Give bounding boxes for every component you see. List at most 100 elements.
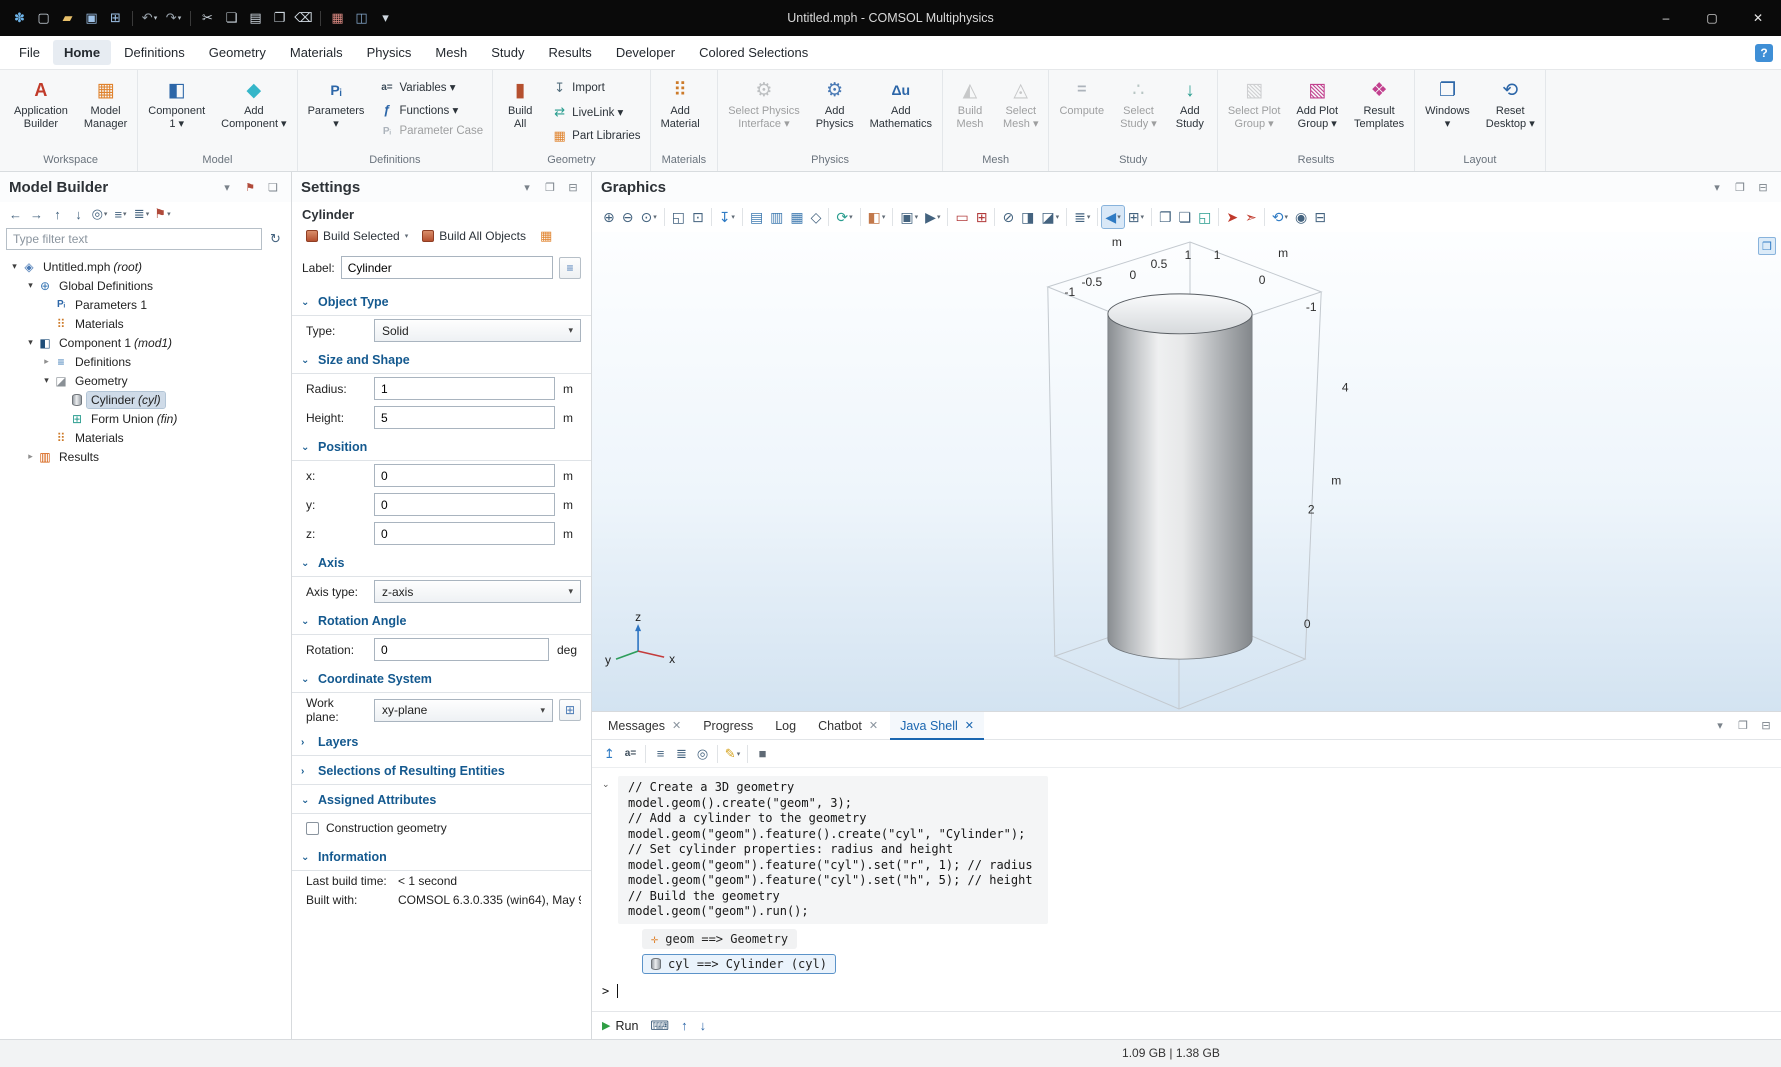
variables-icon[interactable]: a= [621, 744, 640, 764]
tree-node-global-definitions[interactable]: ▾⊕Global Definitions [0, 276, 291, 295]
panel-menu-icon[interactable]: ▾ [1711, 717, 1729, 735]
add-material-button[interactable]: ⠿AddMaterial [654, 74, 707, 133]
tab-log[interactable]: Log [765, 712, 806, 740]
tab-chatbot[interactable]: Chatbot✕ [808, 712, 888, 740]
add-mathematics-button[interactable]: ΔuAddMathematics [863, 74, 939, 133]
part-libraries-button[interactable]: ▦Part Libraries [546, 126, 646, 146]
tile-windows-icon[interactable]: ❏ [1176, 206, 1195, 228]
reset-desktop-button[interactable]: ⟲ResetDesktop ▾ [1479, 74, 1542, 133]
x-input[interactable] [374, 464, 555, 487]
java-shell-body[interactable]: ⌄ // Create a 3D geometrymodel.geom().cr… [592, 768, 1781, 1011]
menu-tab-definitions[interactable]: Definitions [113, 40, 196, 65]
model-manager-button[interactable]: ▦ModelManager [77, 74, 134, 133]
refresh-icon[interactable]: ↻ [266, 229, 285, 249]
tree-node-parameters-1[interactable]: PᵢParameters 1 [0, 295, 291, 314]
zoom-mode-icon[interactable]: ⊙▾ [637, 206, 659, 228]
move-up-icon[interactable]: ↑ [48, 204, 67, 224]
section-assigned-attributes[interactable]: ⌄ Assigned Attributes [292, 787, 591, 814]
float-panel-icon[interactable]: ❐ [1731, 178, 1749, 196]
shell-output-badge[interactable]: cyl ==> Cylinder (cyl) [642, 954, 836, 974]
plot-tools-icon[interactable]: ❒ [1758, 237, 1776, 255]
collapse-panel-icon[interactable]: ⊟ [564, 178, 582, 196]
work-plane-select[interactable]: xy-plane ▾ [374, 699, 553, 722]
go-to-default-view-icon[interactable]: ↧▾ [716, 206, 738, 228]
auto-scroll-icon[interactable]: ◎ [693, 744, 712, 764]
rename-icon[interactable]: ≡ [559, 257, 581, 279]
tree-collapsed-arrow-icon[interactable]: ▸ [24, 451, 37, 462]
tree-node-form-union[interactable]: ⊞Form Union(fin) [0, 409, 291, 428]
syntax-highlight-icon[interactable]: ✎▾ [723, 744, 742, 764]
move-down-icon[interactable]: ↓ [69, 204, 88, 224]
evaluate-table-icon[interactable]: ⊞▾ [1125, 206, 1147, 228]
tree-node-component-1[interactable]: ▾◧Component 1(mod1) [0, 333, 291, 352]
application-builder-button[interactable]: AApplicationBuilder [7, 74, 75, 133]
windows-button[interactable]: ❐Windows▾ [1418, 74, 1477, 133]
snapshot-icon[interactable]: ◉ [1292, 206, 1310, 228]
section-layers[interactable]: › Layers [292, 729, 591, 756]
tree-node-geometry[interactable]: ▾◪Geometry [0, 371, 291, 390]
import-button[interactable]: ↧Import [546, 78, 646, 98]
section-information[interactable]: ⌄ Information [292, 844, 591, 871]
label-input[interactable] [341, 256, 553, 279]
tree-node-materials[interactable]: ⠿Materials [0, 314, 291, 333]
add-component-button[interactable]: ◆AddComponent ▾ [214, 74, 293, 133]
delete-icon[interactable]: ⌫ [292, 5, 315, 31]
view-options-icon[interactable]: ≣▾ [1071, 206, 1093, 228]
model-node-icon[interactable]: ▦ [326, 5, 349, 31]
undo-icon[interactable]: ↶▾ [138, 5, 161, 31]
zoom-out-icon[interactable]: ⊖ [619, 206, 637, 228]
adjacent-selection-icon[interactable]: ➣ [1242, 206, 1260, 228]
forward-icon[interactable]: → [27, 204, 46, 224]
panel-menu-icon[interactable]: ▾ [518, 178, 536, 196]
radius-input[interactable] [374, 377, 555, 400]
show-options-icon[interactable]: ◎▾ [90, 204, 109, 224]
menu-tab-mesh[interactable]: Mesh [424, 40, 478, 65]
open-file-icon[interactable]: ▰ [56, 5, 79, 31]
tab-java-shell[interactable]: Java Shell✕ [890, 712, 984, 740]
menu-tab-colored-selections[interactable]: Colored Selections [688, 40, 819, 65]
variables-button[interactable]: a=Variables ▾ [373, 78, 489, 96]
panel-menu-icon[interactable]: ▾ [1708, 178, 1726, 196]
section-axis[interactable]: ⌄ Axis [292, 550, 591, 577]
build-all-objects-button[interactable]: Build All Objects [416, 226, 532, 246]
parameters-button[interactable]: PᵢParameters▾ [301, 74, 372, 133]
load-file-icon[interactable]: ↥ [600, 744, 619, 764]
z-input[interactable] [374, 522, 555, 545]
tree-node-materials[interactable]: ⠿Materials [0, 428, 291, 447]
filter-input[interactable] [6, 228, 262, 250]
maximize-button[interactable]: ▢ [1689, 0, 1735, 36]
menu-tab-study[interactable]: Study [480, 40, 535, 65]
select-box-icon[interactable]: ▭ [952, 206, 971, 228]
add-window-icon[interactable]: ❐ [1156, 206, 1175, 228]
y-input[interactable] [374, 493, 555, 516]
select-entities-icon[interactable]: ➤ [1223, 206, 1241, 228]
section-object-type[interactable]: ⌄ Object Type [292, 289, 591, 316]
rotation-input[interactable] [374, 638, 549, 661]
section-position[interactable]: ⌄ Position [292, 434, 591, 461]
zoom-selected-icon[interactable]: ⊡ [689, 206, 707, 228]
menu-tab-materials[interactable]: Materials [279, 40, 354, 65]
next-command-icon[interactable]: ↓ [700, 1018, 707, 1033]
tree-node-definitions[interactable]: ▸≡Definitions [0, 352, 291, 371]
object-type-select[interactable]: Solid ▾ [374, 319, 581, 342]
tree-expanded-arrow-icon[interactable]: ▾ [24, 337, 37, 348]
view-yz-icon[interactable]: ▥ [767, 206, 786, 228]
new-file-icon[interactable]: ▢ [32, 5, 55, 31]
close-button[interactable]: ✕ [1735, 0, 1781, 36]
float-panel-icon[interactable]: ❐ [1734, 717, 1752, 735]
build-all-button[interactable]: ▮BuildAll [496, 74, 544, 133]
save-as-icon[interactable]: ⊞ [104, 5, 127, 31]
hide-objects-icon[interactable]: ⊘ [999, 206, 1017, 228]
scene-settings-icon[interactable]: ▣▾ [897, 206, 921, 228]
run-button[interactable]: ▶ Run [602, 1019, 638, 1033]
pin-icon[interactable]: ⚑ [241, 178, 259, 196]
command-history-icon[interactable]: ≣ [672, 744, 691, 764]
graphics-canvas[interactable]: -1 -0.5 0 0.5 1 m 1 0 -1 m 4 2 0 [592, 232, 1781, 711]
tree-node-cylinder[interactable]: Cylinder(cyl) [0, 390, 291, 409]
back-icon[interactable]: ← [6, 204, 25, 224]
sound-icon[interactable]: ◀▾ [1102, 206, 1123, 228]
add-physics-button[interactable]: ⚙AddPhysics [809, 74, 861, 133]
editor-icon[interactable]: ⌨ [650, 1018, 669, 1034]
stop-icon[interactable]: ■ [753, 744, 772, 764]
color-theme-icon[interactable]: ◧▾ [865, 206, 889, 228]
